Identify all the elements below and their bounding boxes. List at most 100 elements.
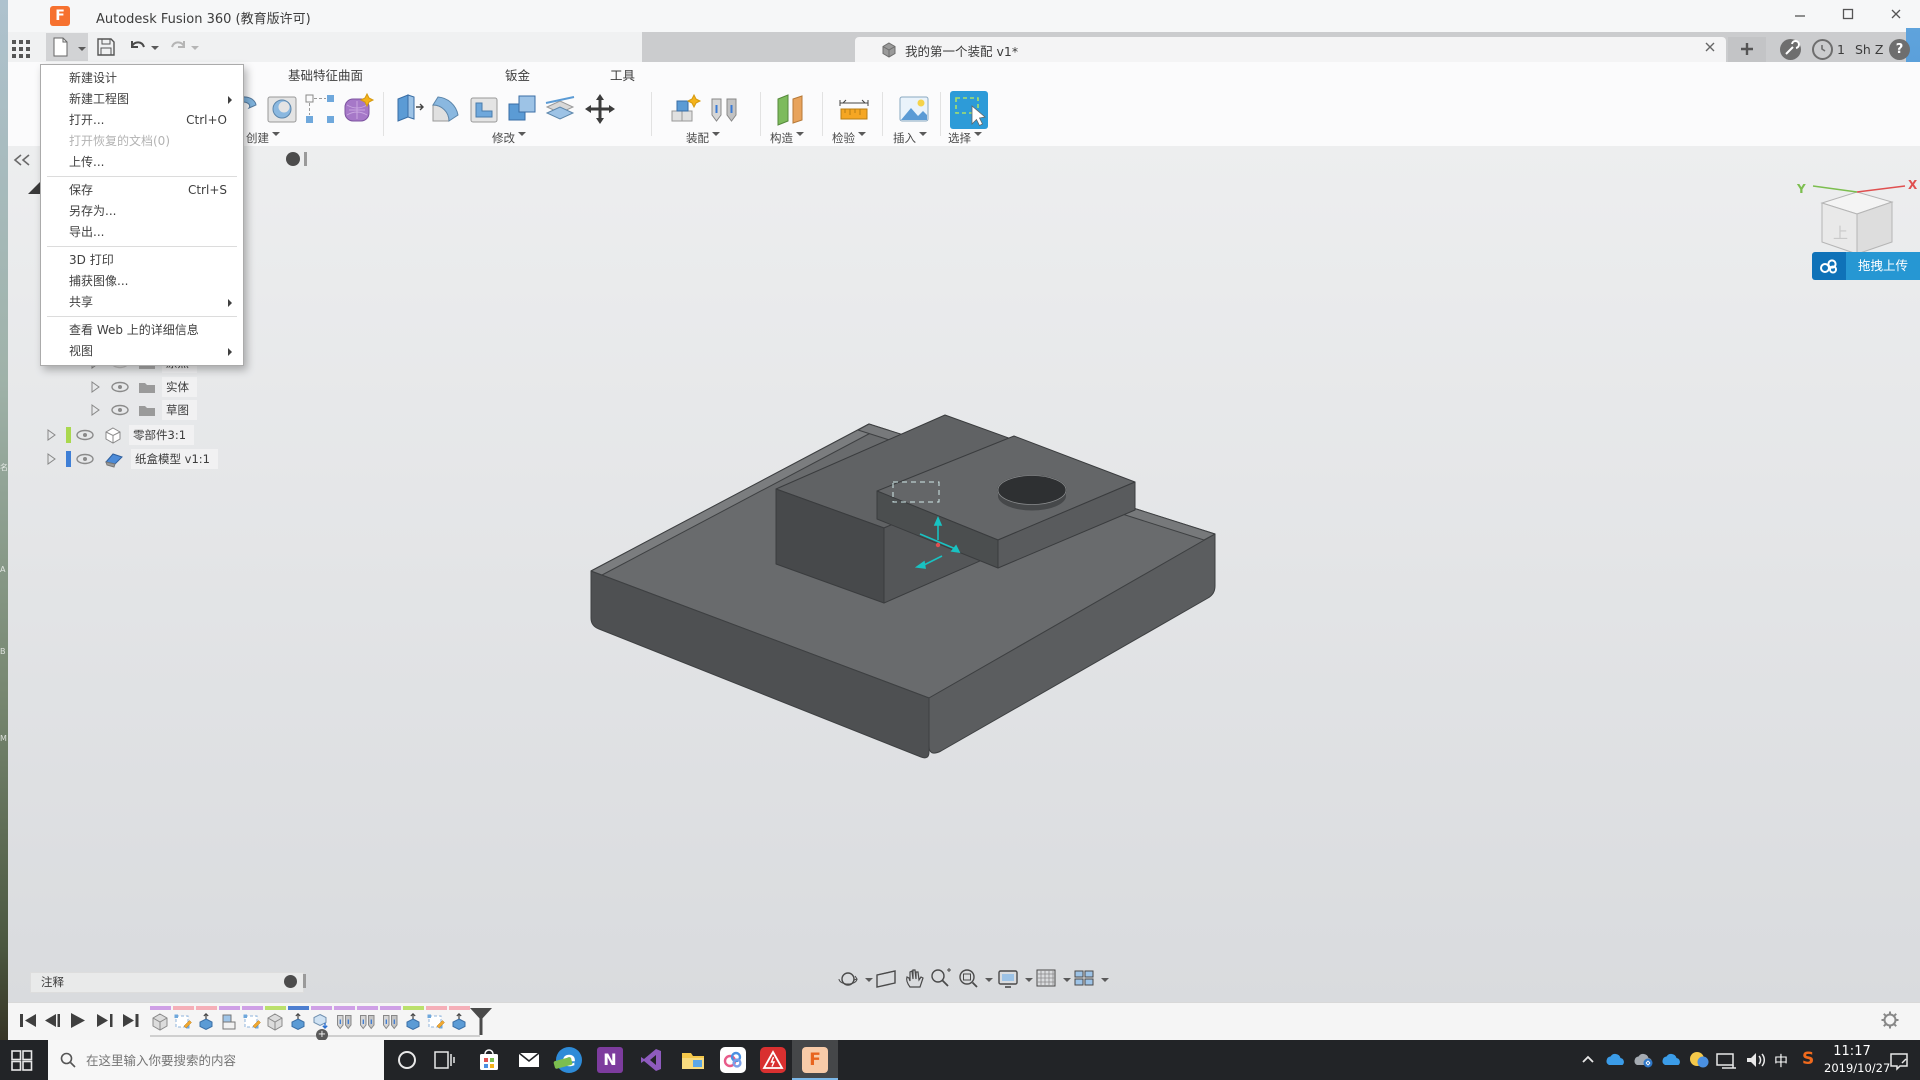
browser-row-label[interactable]: 草图 xyxy=(162,400,197,420)
browser-collapse-icon[interactable] xyxy=(12,152,32,171)
timeline-feature[interactable] xyxy=(334,1006,355,1036)
visual-studio-icon[interactable] xyxy=(638,1047,664,1073)
timeline-sketch-icon[interactable] xyxy=(426,1012,446,1032)
start-button[interactable] xyxy=(10,1048,34,1076)
drag-upload-button[interactable]: 拖拽上传 xyxy=(1812,252,1920,280)
browser-display-toggle[interactable] xyxy=(286,152,300,166)
panel-resize-handle[interactable] xyxy=(304,152,307,166)
menu-item-new-drawing[interactable]: 新建工程图 xyxy=(41,89,243,110)
browser-row-sketches[interactable]: 草图 xyxy=(88,400,197,420)
visibility-eye-icon[interactable] xyxy=(110,380,130,394)
expand-caret-icon[interactable] xyxy=(88,403,102,417)
timeline-marker[interactable] xyxy=(468,1006,494,1036)
tray-expand-icon[interactable] xyxy=(1580,1052,1596,1071)
menu-item-view-details-on-web[interactable]: 查看 Web 上的详细信息 xyxy=(41,320,243,341)
timeline-feature[interactable] xyxy=(173,1006,194,1036)
timeline-feature[interactable] xyxy=(357,1006,378,1036)
view-cube[interactable]: 上 X Y xyxy=(1795,158,1920,267)
settings-gear-icon[interactable] xyxy=(1880,1010,1900,1034)
timeline-scrollbar[interactable] xyxy=(150,1035,480,1037)
timeline-group-bar xyxy=(449,1006,470,1010)
expand-caret-icon[interactable] xyxy=(44,452,58,466)
store-icon[interactable] xyxy=(476,1047,502,1073)
help-icon[interactable]: ? xyxy=(1889,39,1910,60)
menu-item-save-as[interactable]: 另存为... xyxy=(41,201,243,222)
cortana-icon[interactable] xyxy=(396,1049,418,1075)
timeline-feature[interactable] xyxy=(150,1006,171,1036)
orbit-icon[interactable] xyxy=(836,966,860,994)
timeline-extrude-icon[interactable] xyxy=(403,1012,423,1032)
search-input[interactable] xyxy=(84,1052,368,1069)
menu-item-new-design[interactable]: 新建设计 xyxy=(41,68,243,89)
edge-icon[interactable]: e xyxy=(556,1047,582,1073)
menu-item-capture-image[interactable]: 捕获图像... xyxy=(41,271,243,292)
timeline-feature[interactable] xyxy=(288,1006,309,1036)
menu-item-share[interactable]: 共享 xyxy=(41,292,243,313)
timeline-component-icon[interactable] xyxy=(265,1012,285,1032)
close-tab-icon[interactable] xyxy=(1703,40,1717,58)
menu-item-3d-print[interactable]: 3D 打印 xyxy=(41,250,243,271)
messenger-icon[interactable] xyxy=(1688,1050,1710,1074)
timeline-profile-icon[interactable] xyxy=(219,1012,239,1032)
browser-row-bodies[interactable]: 实体 xyxy=(88,377,197,397)
taskbar-clock[interactable]: 11:17 2019/10/27 xyxy=(1824,1044,1880,1075)
model-3d[interactable] xyxy=(0,0,1920,1002)
timeline-extrude-icon[interactable] xyxy=(288,1012,308,1032)
menu-item-open[interactable]: 打开...Ctrl+O xyxy=(41,110,243,131)
visibility-eye-icon[interactable] xyxy=(110,403,130,417)
browser-row-label[interactable]: 实体 xyxy=(162,377,197,397)
timeline-joint-icon[interactable] xyxy=(357,1012,377,1032)
onedrive-sync-icon[interactable] xyxy=(1632,1052,1656,1072)
timeline-sketch-icon[interactable] xyxy=(242,1012,262,1032)
timeline-sketch-icon[interactable] xyxy=(173,1012,193,1032)
timeline-playback-controls[interactable] xyxy=(16,1008,150,1034)
menu-item-upload[interactable]: 上传... xyxy=(41,152,243,173)
onedrive-icon[interactable] xyxy=(1604,1052,1628,1072)
mail-icon[interactable] xyxy=(516,1047,542,1073)
user-account-label[interactable]: Sh Z xyxy=(1855,42,1883,57)
timeline-feature[interactable] xyxy=(426,1006,447,1036)
visibility-eye-icon[interactable] xyxy=(75,428,95,442)
axis-y-label: Y xyxy=(1797,182,1806,196)
action-center-icon[interactable] xyxy=(1888,1051,1910,1075)
menu-item-export[interactable]: 导出... xyxy=(41,222,243,243)
job-status-icon[interactable] xyxy=(1780,39,1801,60)
browser-row-label[interactable]: 零部件3:1 xyxy=(129,425,194,445)
timeline-feature[interactable] xyxy=(380,1006,401,1036)
warning-app-icon[interactable] xyxy=(760,1047,786,1073)
sogou-icon[interactable]: S xyxy=(1802,1049,1814,1069)
timeline-feature[interactable] xyxy=(265,1006,286,1036)
network-icon[interactable] xyxy=(1714,1052,1738,1074)
taskbar-search[interactable] xyxy=(48,1040,384,1080)
browser-row-label[interactable]: 纸盒模型 v1:1 xyxy=(131,449,218,469)
comments-resize-handle[interactable] xyxy=(303,974,306,988)
timeline-joint-icon[interactable] xyxy=(334,1012,354,1032)
expand-caret-icon[interactable] xyxy=(44,428,58,442)
menu-item-view[interactable]: 视图 xyxy=(41,341,243,362)
notifications-clock-icon[interactable] xyxy=(1812,39,1833,60)
volume-icon[interactable] xyxy=(1744,1051,1768,1073)
a360-drive-icon[interactable] xyxy=(720,1047,746,1073)
onenote-icon[interactable]: N xyxy=(597,1047,623,1073)
task-view-icon[interactable] xyxy=(434,1050,456,1074)
browser-row-box-model[interactable]: 纸盒模型 v1:1 xyxy=(44,449,218,469)
timeline-feature[interactable] xyxy=(403,1006,424,1036)
onedrive-icon-2[interactable] xyxy=(1660,1052,1684,1072)
timeline-extrude-icon[interactable] xyxy=(449,1012,469,1032)
comments-toggle[interactable] xyxy=(284,975,297,988)
visibility-eye-icon[interactable] xyxy=(75,452,95,466)
timeline-feature[interactable] xyxy=(242,1006,263,1036)
browser-row-component3[interactable]: 零部件3:1 xyxy=(44,425,194,445)
timeline-joint-icon[interactable] xyxy=(380,1012,400,1032)
fusion-taskbar-icon[interactable]: F xyxy=(802,1047,828,1073)
timeline-feature[interactable] xyxy=(196,1006,217,1036)
file-explorer-icon[interactable] xyxy=(680,1047,706,1073)
menu-item-save[interactable]: 保存Ctrl+S xyxy=(41,180,243,201)
timeline-component-icon[interactable] xyxy=(150,1012,170,1032)
expand-caret-icon[interactable] xyxy=(88,380,102,394)
timeline-feature[interactable] xyxy=(219,1006,240,1036)
ime-indicator[interactable]: 中 xyxy=(1774,1051,1788,1071)
timeline-extrude-icon[interactable] xyxy=(196,1012,216,1032)
new-tab-button[interactable] xyxy=(1728,37,1766,62)
timeline-feature[interactable] xyxy=(449,1006,470,1036)
